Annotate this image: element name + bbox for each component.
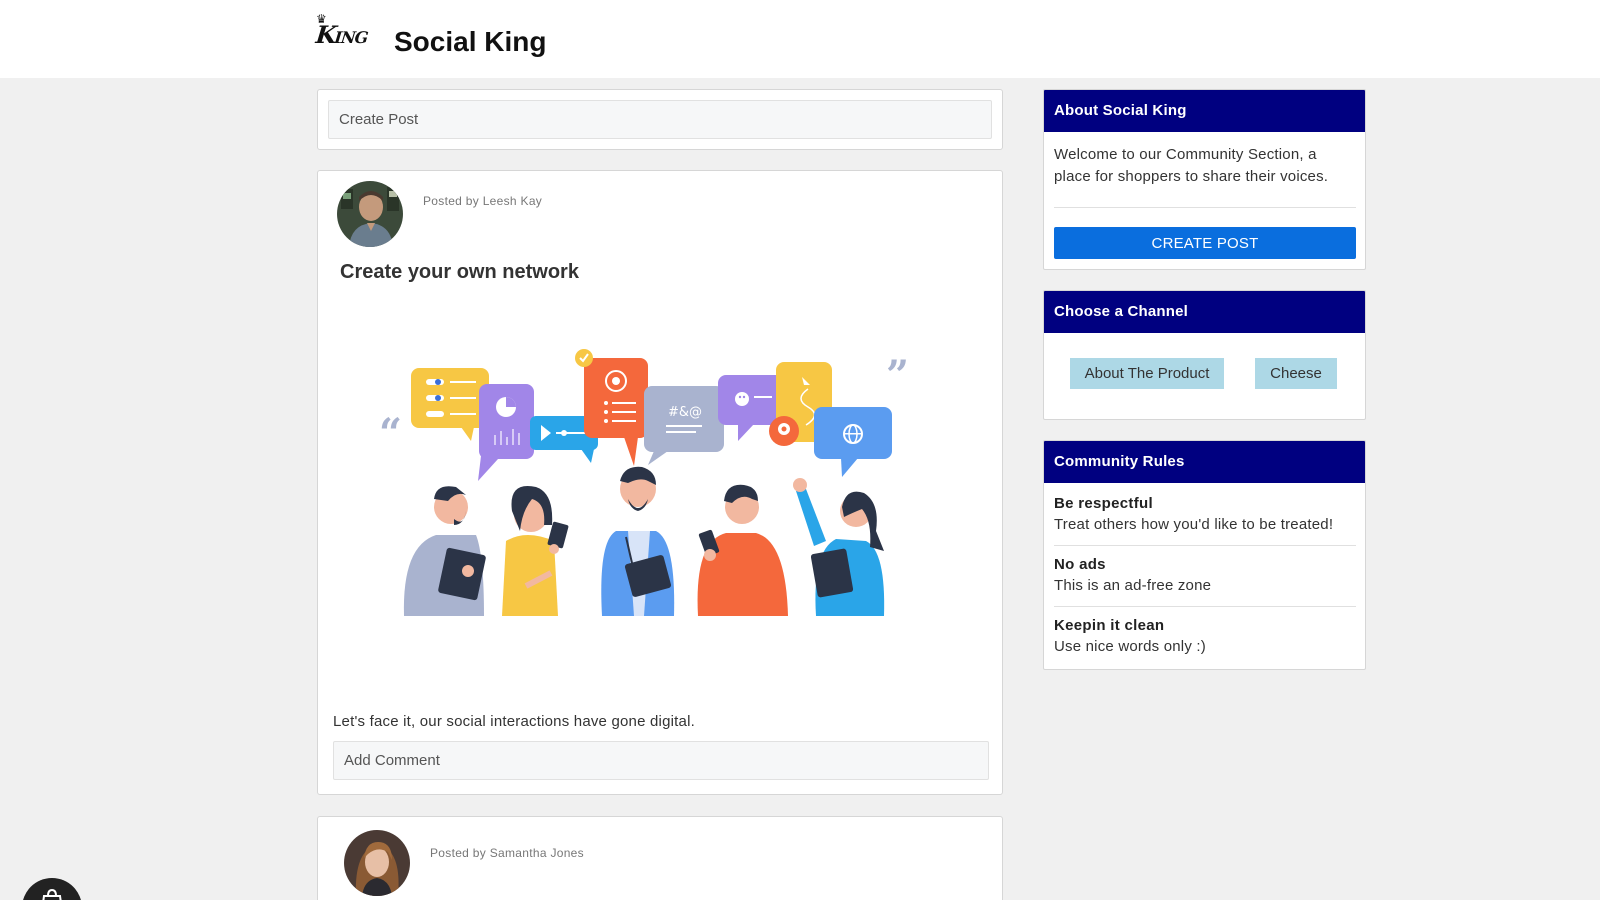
divider — [1054, 545, 1356, 546]
rule-description: This is an ad-free zone — [1054, 577, 1212, 594]
channel-cheese[interactable]: Cheese — [1255, 358, 1337, 389]
shopping-bag-fab[interactable] — [22, 878, 82, 900]
divider — [1054, 207, 1356, 208]
create-post-input[interactable] — [328, 100, 992, 139]
king-logo[interactable]: ♛ KING — [314, 12, 368, 50]
rules-heading: Community Rules — [1044, 441, 1365, 483]
rule-description: Use nice words only :) — [1054, 638, 1206, 655]
author-avatar[interactable] — [337, 181, 403, 247]
channel-about-the-product[interactable]: About The Product — [1070, 358, 1224, 389]
site-title: Social King — [394, 26, 547, 57]
add-comment-input[interactable] — [333, 741, 989, 780]
divider — [1054, 606, 1356, 607]
top-navbar: ♛ KING Social King — [0, 0, 1600, 78]
shopping-bag-icon — [42, 888, 62, 900]
rule-item: Keepin it clean Use nice words only :) — [1054, 617, 1356, 655]
rule-title: No ads — [1054, 556, 1106, 573]
navbar-edge — [0, 62, 6, 78]
about-heading: About Social King — [1044, 90, 1365, 132]
post-card: Posted by Samantha Jones — [317, 816, 1003, 900]
svg-text:“: “ — [379, 410, 402, 457]
rule-item: No ads This is an ad-free zone — [1054, 556, 1356, 594]
rule-title: Keepin it clean — [1054, 617, 1165, 634]
post-author[interactable]: Posted by Leesh Kay — [423, 194, 542, 208]
create-post-card — [317, 89, 1003, 150]
rule-item: Be respectful Treat others how you'd lik… — [1054, 495, 1356, 533]
rule-description: Treat others how you'd like to be treate… — [1054, 516, 1334, 533]
channel-heading: Choose a Channel — [1044, 291, 1365, 333]
post-card: Posted by Leesh Kay Create your own netw… — [317, 170, 1003, 795]
svg-text:”: ” — [886, 352, 909, 399]
about-widget: About Social King Welcome to our Communi… — [1043, 89, 1366, 270]
svg-text:#&@: #&@ — [668, 405, 702, 420]
rule-title: Be respectful — [1054, 495, 1153, 512]
post-image: “ ” #&@ — [376, 341, 916, 621]
post-body: Let's face it, our social interactions h… — [333, 713, 695, 730]
post-author[interactable]: Posted by Samantha Jones — [430, 846, 584, 860]
about-text: Welcome to our Community Section, a plac… — [1054, 146, 1329, 185]
channel-widget: Choose a Channel About The Product Chees… — [1043, 290, 1366, 420]
post-title[interactable]: Create your own network — [340, 261, 579, 284]
create-post-button[interactable]: CREATE POST — [1054, 227, 1356, 259]
author-avatar[interactable] — [344, 830, 410, 896]
rules-widget: Community Rules Be respectful Treat othe… — [1043, 440, 1366, 670]
logo-text: KING — [314, 20, 369, 49]
